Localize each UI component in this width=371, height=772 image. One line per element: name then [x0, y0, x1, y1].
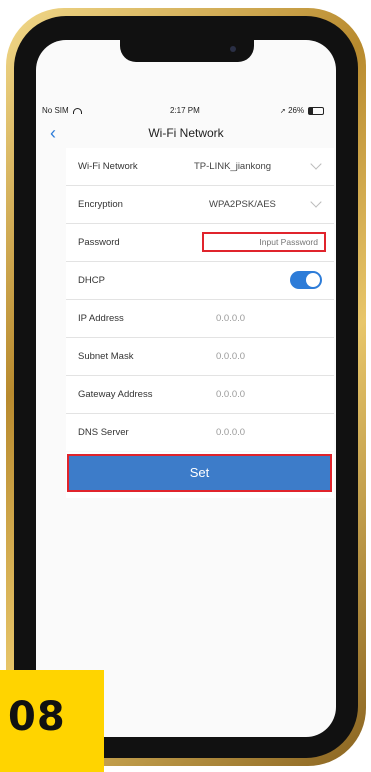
settings-list: Wi-Fi Network TP-LINK_jiankong Encryptio… — [66, 148, 334, 451]
chevron-down-icon[interactable] — [310, 158, 322, 170]
row-wifi-network[interactable]: Wi-Fi Network TP-LINK_jiankong — [66, 148, 334, 186]
row-label: Wi-Fi Network — [78, 161, 138, 172]
step-badge: 08 — [0, 670, 104, 772]
status-time: 2:17 PM — [170, 106, 200, 115]
carrier-text: No SIM — [42, 106, 69, 115]
phone-screen: No SIM 2:17 PM ➚ 26% ‹ Wi-Fi Network Wi-… — [36, 40, 336, 737]
row-label: DNS Server — [78, 427, 129, 438]
row-label: Gateway Address — [78, 389, 153, 400]
ip-address-field[interactable]: 0.0.0.0 — [216, 313, 245, 324]
status-bar: No SIM 2:17 PM ➚ 26% — [36, 104, 336, 118]
row-label: Password — [78, 237, 120, 248]
camera-icon — [230, 46, 236, 52]
password-input[interactable] — [202, 232, 326, 252]
gateway-address-field[interactable]: 0.0.0.0 — [216, 389, 245, 400]
dns-server-field[interactable]: 0.0.0.0 — [216, 427, 245, 438]
row-value: TP-LINK_jiankong — [194, 161, 272, 172]
row-label: Encryption — [78, 199, 123, 210]
row-password: Password — [66, 224, 334, 262]
row-label: IP Address — [78, 313, 124, 324]
chevron-down-icon[interactable] — [310, 196, 322, 208]
row-dhcp: DHCP — [66, 262, 334, 300]
toggle-knob — [306, 273, 320, 287]
wifi-signal-icon — [72, 107, 82, 114]
row-dns-server[interactable]: DNS Server 0.0.0.0 — [66, 414, 334, 451]
battery-percent: 26% — [288, 106, 305, 115]
row-label: DHCP — [78, 275, 105, 286]
dhcp-toggle[interactable] — [290, 271, 322, 289]
row-subnet-mask[interactable]: Subnet Mask 0.0.0.0 — [66, 338, 334, 376]
row-encryption[interactable]: Encryption WPA2PSK/AES — [66, 186, 334, 224]
battery-icon — [308, 106, 325, 115]
page-title: Wi-Fi Network — [148, 126, 224, 140]
subnet-mask-field[interactable]: 0.0.0.0 — [216, 351, 245, 362]
set-button-area: Set — [66, 452, 334, 498]
row-ip-address[interactable]: IP Address 0.0.0.0 — [66, 300, 334, 338]
row-label: Subnet Mask — [78, 351, 134, 362]
location-arrow-icon: ➚ — [280, 108, 286, 115]
step-number: 08 — [8, 694, 66, 740]
nav-bar: ‹ Wi-Fi Network — [36, 120, 336, 146]
row-gateway-address[interactable]: Gateway Address 0.0.0.0 — [66, 376, 334, 414]
row-value: WPA2PSK/AES — [209, 199, 276, 210]
set-button[interactable]: Set — [67, 454, 332, 492]
